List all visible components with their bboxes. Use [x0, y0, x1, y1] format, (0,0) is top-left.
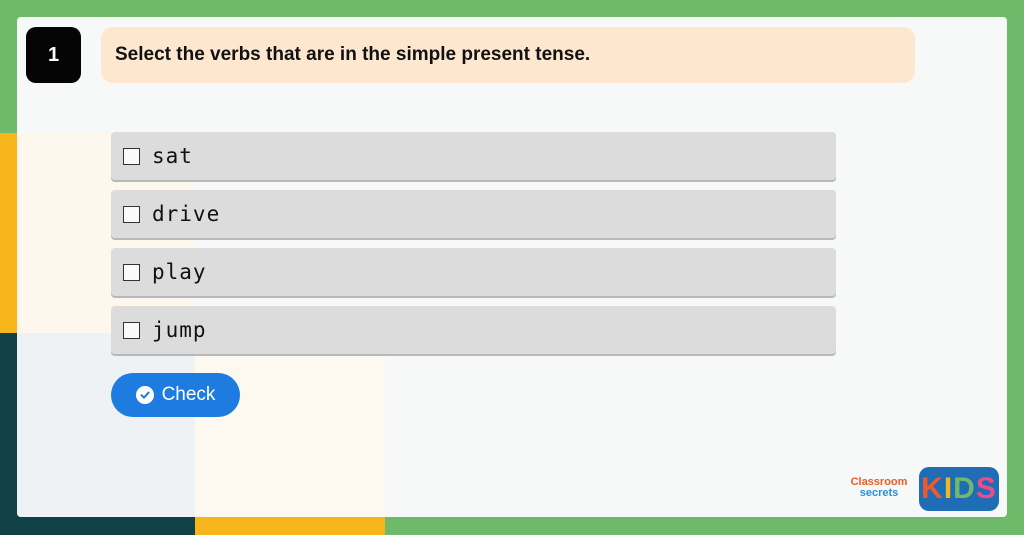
logo-line2: secrets [859, 487, 899, 499]
question-prompt: Select the verbs that are in the simple … [101, 27, 915, 83]
classroom-secrets-logo: Classroom secrets [843, 477, 915, 507]
kids-letter: I [943, 472, 954, 505]
option-label: drive [152, 202, 221, 226]
checkbox[interactable] [123, 147, 140, 165]
option-jump[interactable]: jump [111, 306, 836, 354]
checkbox[interactable] [123, 205, 140, 223]
check-circle-icon [135, 386, 154, 404]
checkbox[interactable] [123, 321, 140, 339]
option-label: sat [152, 144, 193, 168]
option-label: jump [152, 318, 207, 342]
answer-options: sat drive play jump [111, 132, 836, 364]
check-button-label: Check [161, 384, 216, 405]
check-button[interactable]: Check [111, 373, 240, 417]
question-text: Select the verbs that are in the simple … [115, 44, 591, 65]
option-label: play [152, 260, 207, 284]
option-drive[interactable]: drive [111, 190, 836, 238]
quiz-card: 1 Select the verbs that are in the simpl… [17, 17, 1007, 517]
kids-letter: D [953, 472, 976, 505]
kids-letter: K [921, 472, 944, 505]
kids-logo: K I D S [919, 467, 999, 511]
kids-letter: S [975, 472, 997, 505]
option-sat[interactable]: sat [111, 132, 836, 180]
decor-yellow-bottom-block [195, 515, 385, 535]
option-play[interactable]: play [111, 248, 836, 296]
checkbox[interactable] [123, 263, 140, 281]
question-number: 1 [26, 27, 81, 83]
